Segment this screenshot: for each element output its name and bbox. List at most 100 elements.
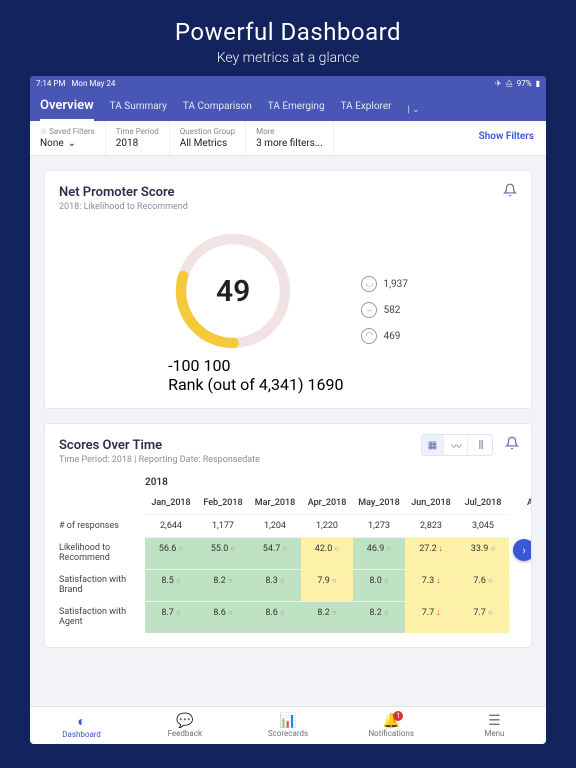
col-header: Jul_2018 <box>457 492 509 514</box>
metric-cell: 56.6 ○ <box>145 537 197 569</box>
battery-pct: 97% <box>517 79 532 88</box>
tab-ta-summary[interactable]: TA Summary <box>110 101 167 118</box>
scores-grid: › 2018 Jan_2018Feb_2018Mar_2018Apr_2018M… <box>59 477 531 633</box>
col-header: Apr_2018 <box>301 492 353 514</box>
metric-cell: 27.2 ↓ <box>405 537 457 569</box>
col-header: Feb_2018 <box>197 492 249 514</box>
metric-cell: 8.2 ○ <box>353 601 405 633</box>
battery-icon: ▮ <box>536 79 540 88</box>
metric-row-label: Satisfaction with Brand <box>59 569 145 601</box>
metric-cell: 8.3 ○ <box>249 569 301 601</box>
gauge-min: -100 <box>168 356 199 375</box>
hero-banner: Powerful Dashboard Key metrics at a glan… <box>0 0 576 76</box>
tabbar-icon: 📊 <box>236 713 339 729</box>
tabbar-menu[interactable]: ☰Menu <box>443 707 546 744</box>
cell-responses: 1,177 <box>197 514 249 537</box>
col-header: Jun_2018 <box>405 492 457 514</box>
row-responses-label: # of responses <box>59 514 145 537</box>
metric-cell: 54.7 ○ <box>249 537 301 569</box>
col-header: Jan_2018 <box>145 492 197 514</box>
metric-cell: 7.6 ○ <box>457 569 509 601</box>
metric-cell: 8.2 ○ <box>197 569 249 601</box>
col-header: May_2018 <box>353 492 405 514</box>
status-time: 7:14 PM <box>36 79 65 88</box>
filter-time-period[interactable]: Time Period 2018 <box>106 121 170 155</box>
tabbar-icon: 🔔1 <box>340 713 443 729</box>
tabbar-icon: ☰ <box>443 713 546 729</box>
airplane-icon: ✈ <box>495 79 502 88</box>
metric-cell: 8.0 ○ <box>353 569 405 601</box>
device-frame: 7:14 PM Mon May 24 ✈ ⧋ 97% ▮ Overview TA… <box>30 76 546 744</box>
tab-overview[interactable]: Overview <box>40 98 94 121</box>
nps-score: 49 <box>168 226 298 356</box>
view-toggle: ▦ 〰 ⫼ <box>421 434 493 456</box>
bottom-tab-bar: ◐Dashboard💬Feedback📊Scorecards🔔1Notifica… <box>30 706 546 744</box>
metric-cell: 33.9 ○ <box>457 537 509 569</box>
top-nav: Overview TA Summary TA Comparison TA Eme… <box>30 90 546 121</box>
cell-responses: 2,823 <box>405 514 457 537</box>
grid-year: 2018 <box>59 477 531 492</box>
bell-icon[interactable] <box>503 183 517 201</box>
grid-view-icon[interactable]: ▦ <box>422 435 444 455</box>
tabbar-scorecards[interactable]: 📊Scorecards <box>236 707 339 744</box>
metric-cell: 42.0 ○ <box>301 537 353 569</box>
ios-status-bar: 7:14 PM Mon May 24 ✈ ⧋ 97% ▮ <box>30 76 546 90</box>
tab-ta-comparison[interactable]: TA Comparison <box>183 101 252 118</box>
nps-card: Net Promoter Score 2018: Likelihood to R… <box>44 170 532 409</box>
notification-badge: 1 <box>393 711 403 721</box>
metric-cell: 7.9 ○ <box>301 569 353 601</box>
cell-responses: 1,273 <box>353 514 405 537</box>
tabbar-dashboard[interactable]: ◐Dashboard <box>30 707 133 744</box>
scores-over-time-card: ▦ 〰 ⫼ Scores Over Time Time Period: 2018… <box>44 423 532 648</box>
sad-face-icon: ◠ <box>361 328 377 344</box>
metric-cell: 55.0 ○ <box>197 537 249 569</box>
nav-more-chevron[interactable]: | ⌄ <box>408 105 420 115</box>
nps-title: Net Promoter Score <box>59 185 517 200</box>
nps-subtitle: 2018: Likelihood to Recommend <box>59 202 517 212</box>
scroll-right-button[interactable]: › <box>513 539 531 561</box>
sot-subtitle: Time Period: 2018 | Reporting Date: Resp… <box>59 455 531 465</box>
filter-saved[interactable]: ☆ Saved Filters None ⌄ <box>30 121 106 155</box>
nps-gauge: 49 <box>168 226 298 356</box>
metric-cell: 8.6 ○ <box>197 601 249 633</box>
metric-cell: 8.6 ○ <box>249 601 301 633</box>
col-header: Aug <box>509 492 531 514</box>
gauge-max: 100 <box>203 356 230 375</box>
metric-cell: 7.7 ↓ <box>405 601 457 633</box>
line-view-icon[interactable]: 〰 <box>446 435 468 455</box>
col-header: Mar_2018 <box>249 492 301 514</box>
hero-title: Powerful Dashboard <box>0 18 576 46</box>
neutral-face-icon: ‒ <box>361 302 377 318</box>
hero-subtitle: Key metrics at a glance <box>0 50 576 66</box>
metric-cell: 8.2 ○ <box>301 601 353 633</box>
tabbar-icon: ◐ <box>30 713 133 730</box>
cell-responses: 1,220 <box>301 514 353 537</box>
show-filters-button[interactable]: Show Filters <box>467 121 546 155</box>
cell-responses: 3,045 <box>457 514 509 537</box>
tab-ta-emerging[interactable]: TA Emerging <box>268 101 325 118</box>
status-date: Mon May 24 <box>71 79 115 88</box>
nps-breakdown: ◡1,937 ‒582 ◠469 <box>361 276 407 344</box>
bell-icon[interactable] <box>505 436 519 454</box>
chevron-down-icon: ⌄ <box>68 138 76 149</box>
metric-cell: 7.3 ↓ <box>405 569 457 601</box>
metric-cell: 46.9 ○ <box>353 537 405 569</box>
metric-row-label: Satisfaction with Agent <box>59 601 145 633</box>
cell-responses: 1,204 <box>249 514 301 537</box>
wifi-icon: ⧋ <box>506 78 513 88</box>
filter-question-group[interactable]: Question Group All Metrics <box>170 121 246 155</box>
nps-rank: Rank (out of 4,341) 1690 <box>168 375 343 394</box>
filter-more[interactable]: More 3 more filters... <box>246 121 334 155</box>
happy-face-icon: ◡ <box>361 276 377 292</box>
bar-view-icon[interactable]: ⫼ <box>470 435 492 455</box>
filter-bar: ☆ Saved Filters None ⌄ Time Period 2018 … <box>30 121 546 156</box>
tab-ta-explorer[interactable]: TA Explorer <box>341 101 392 118</box>
metric-cell: 8.7 ○ <box>145 601 197 633</box>
tabbar-icon: 💬 <box>133 713 236 729</box>
metric-cell: 8.5 ○ <box>145 569 197 601</box>
metric-cell: 7.7 ○ <box>457 601 509 633</box>
tabbar-notifications[interactable]: 🔔1Notifications <box>340 707 443 744</box>
cell-responses: 2,644 <box>145 514 197 537</box>
tabbar-feedback[interactable]: 💬Feedback <box>133 707 236 744</box>
metric-row-label: Likelihood to Recommend <box>59 537 145 569</box>
